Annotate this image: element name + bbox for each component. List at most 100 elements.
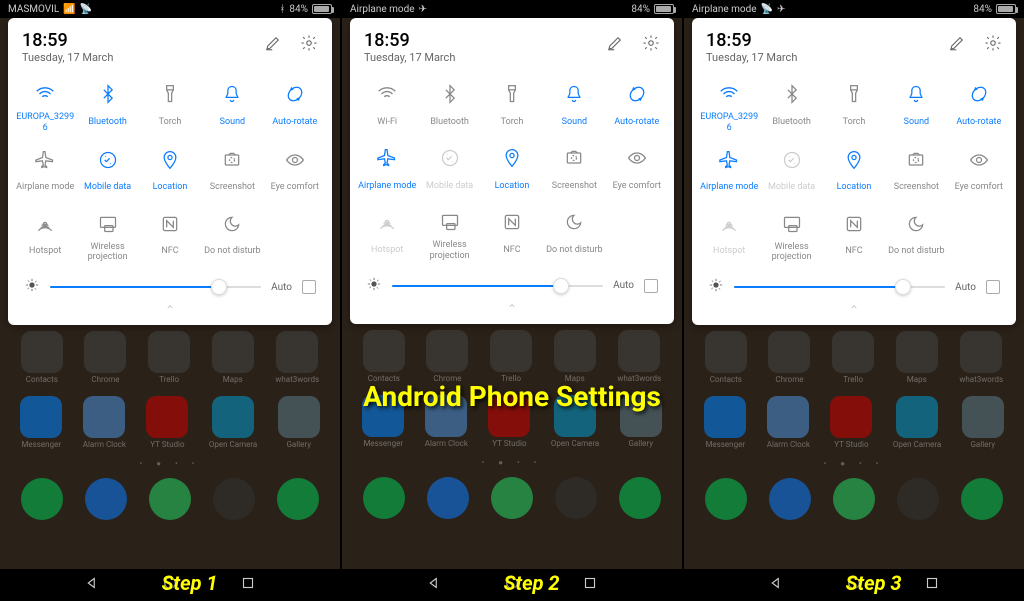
brightness-slider[interactable] — [50, 286, 261, 288]
nav-back-icon[interactable] — [767, 574, 785, 596]
app-icon[interactable]: Messenger — [362, 395, 404, 448]
tile-torch[interactable]: Torch — [139, 76, 201, 140]
tile-dnd[interactable]: Do not disturb — [885, 206, 947, 270]
gear-icon[interactable] — [984, 34, 1002, 56]
tile-rotate[interactable]: Auto-rotate — [948, 76, 1010, 140]
app-icon[interactable]: YT Studio — [830, 396, 872, 449]
app-icon[interactable]: YT Studio — [146, 396, 188, 449]
app-icon[interactable]: Messenger — [704, 396, 746, 449]
tile-cast[interactable]: Wireless projection — [760, 206, 822, 270]
app-icon[interactable]: Contacts — [21, 331, 63, 384]
dock-app-2[interactable] — [149, 478, 191, 520]
brightness-slider[interactable] — [392, 285, 603, 287]
app-icon[interactable]: Maps — [554, 330, 596, 383]
chevron-up-icon[interactable]: ⌃ — [14, 299, 326, 317]
tile-wifi[interactable]: EUROPA_3299 6 — [14, 76, 76, 140]
app-icon[interactable]: Messenger — [20, 396, 62, 449]
tile-bluetooth[interactable]: Bluetooth — [418, 76, 480, 138]
brightness-slider[interactable] — [734, 286, 945, 288]
tile-hotspot[interactable]: Hotspot — [14, 206, 76, 270]
app-icon[interactable]: Trello — [832, 331, 874, 384]
gear-icon[interactable] — [642, 34, 660, 56]
tile-airplane[interactable]: Airplane mode — [356, 140, 418, 202]
tile-hotspot[interactable]: Hotspot — [356, 204, 418, 268]
tile-screenshot[interactable]: Screenshot — [885, 142, 947, 204]
dock-app-3[interactable] — [213, 478, 255, 520]
app-icon[interactable]: Maps — [212, 331, 254, 384]
dock-app-3[interactable] — [555, 477, 597, 519]
nav-back-icon[interactable] — [425, 574, 443, 596]
tile-airplane[interactable]: Airplane mode — [14, 142, 76, 204]
tile-location[interactable]: Location — [139, 142, 201, 204]
dock-app-1[interactable] — [769, 478, 811, 520]
tile-cast[interactable]: Wireless projection — [418, 204, 480, 268]
app-icon[interactable]: YT Studio — [488, 395, 530, 448]
tile-dnd[interactable]: Do not disturb — [543, 204, 605, 268]
chevron-up-icon[interactable]: ⌃ — [356, 298, 668, 316]
dock-app-4[interactable] — [277, 478, 319, 520]
tile-sound[interactable]: Sound — [201, 76, 263, 140]
tile-rotate[interactable]: Auto-rotate — [264, 76, 326, 140]
tile-bluetooth[interactable]: Bluetooth — [76, 76, 138, 140]
tile-rotate[interactable]: Auto-rotate — [606, 76, 668, 138]
app-icon[interactable]: what3words — [959, 331, 1003, 384]
tile-sound[interactable]: Sound — [543, 76, 605, 138]
tile-location[interactable]: Location — [481, 140, 543, 202]
tile-wifi[interactable]: EUROPA_3299 6 — [698, 76, 760, 140]
auto-brightness-checkbox[interactable] — [302, 280, 316, 294]
nav-back-icon[interactable] — [83, 574, 101, 596]
tile-eye[interactable]: Eye comfort — [606, 140, 668, 202]
app-icon[interactable]: Maps — [896, 331, 938, 384]
app-icon[interactable]: Contacts — [705, 331, 747, 384]
dock-app-2[interactable] — [833, 478, 875, 520]
app-icon[interactable]: Chrome — [426, 330, 468, 383]
app-icon[interactable]: Trello — [490, 330, 532, 383]
tile-hotspot[interactable]: Hotspot — [698, 206, 760, 270]
app-icon[interactable]: Alarm Clock — [425, 395, 468, 448]
tile-sound[interactable]: Sound — [885, 76, 947, 140]
tile-data[interactable]: Mobile data — [418, 140, 480, 202]
dock-app-4[interactable] — [619, 477, 661, 519]
tile-location[interactable]: Location — [823, 142, 885, 204]
tile-nfc[interactable]: NFC — [139, 206, 201, 270]
nav-recent-icon[interactable] — [581, 574, 599, 596]
tile-nfc[interactable]: NFC — [481, 204, 543, 268]
tile-data[interactable]: Mobile data — [760, 142, 822, 204]
dock-app-1[interactable] — [427, 477, 469, 519]
app-icon[interactable]: Open Camera — [551, 395, 599, 448]
tile-bluetooth[interactable]: Bluetooth — [760, 76, 822, 140]
edit-icon[interactable] — [606, 34, 624, 56]
dock-app-4[interactable] — [961, 478, 1003, 520]
tile-data[interactable]: Mobile data — [76, 142, 138, 204]
tile-eye[interactable]: Eye comfort — [264, 142, 326, 204]
tile-airplane[interactable]: Airplane mode — [698, 142, 760, 204]
dock-app-0[interactable] — [363, 477, 405, 519]
tile-cast[interactable]: Wireless projection — [76, 206, 138, 270]
auto-brightness-checkbox[interactable] — [644, 279, 658, 293]
dock-app-1[interactable] — [85, 478, 127, 520]
gear-icon[interactable] — [300, 34, 318, 56]
app-icon[interactable]: what3words — [617, 330, 661, 383]
app-icon[interactable]: Chrome — [768, 331, 810, 384]
app-icon[interactable]: Alarm Clock — [767, 396, 810, 449]
edit-icon[interactable] — [948, 34, 966, 56]
tile-screenshot[interactable]: Screenshot — [201, 142, 263, 204]
tile-eye[interactable]: Eye comfort — [948, 142, 1010, 204]
tile-dnd[interactable]: Do not disturb — [201, 206, 263, 270]
app-icon[interactable]: Open Camera — [209, 396, 257, 449]
app-icon[interactable]: Open Camera — [893, 396, 941, 449]
dock-app-2[interactable] — [491, 477, 533, 519]
app-icon[interactable]: Trello — [148, 331, 190, 384]
tile-wifi[interactable]: Wi-Fi — [356, 76, 418, 138]
nav-recent-icon[interactable] — [923, 574, 941, 596]
dock-app-3[interactable] — [897, 478, 939, 520]
app-icon[interactable]: Contacts — [363, 330, 405, 383]
app-icon[interactable]: Alarm Clock — [83, 396, 126, 449]
dock-app-0[interactable] — [21, 478, 63, 520]
app-icon[interactable]: what3words — [275, 331, 319, 384]
tile-screenshot[interactable]: Screenshot — [543, 140, 605, 202]
auto-brightness-checkbox[interactable] — [986, 280, 1000, 294]
app-icon[interactable]: Gallery — [278, 396, 320, 449]
nav-recent-icon[interactable] — [239, 574, 257, 596]
app-icon[interactable]: Gallery — [962, 396, 1004, 449]
